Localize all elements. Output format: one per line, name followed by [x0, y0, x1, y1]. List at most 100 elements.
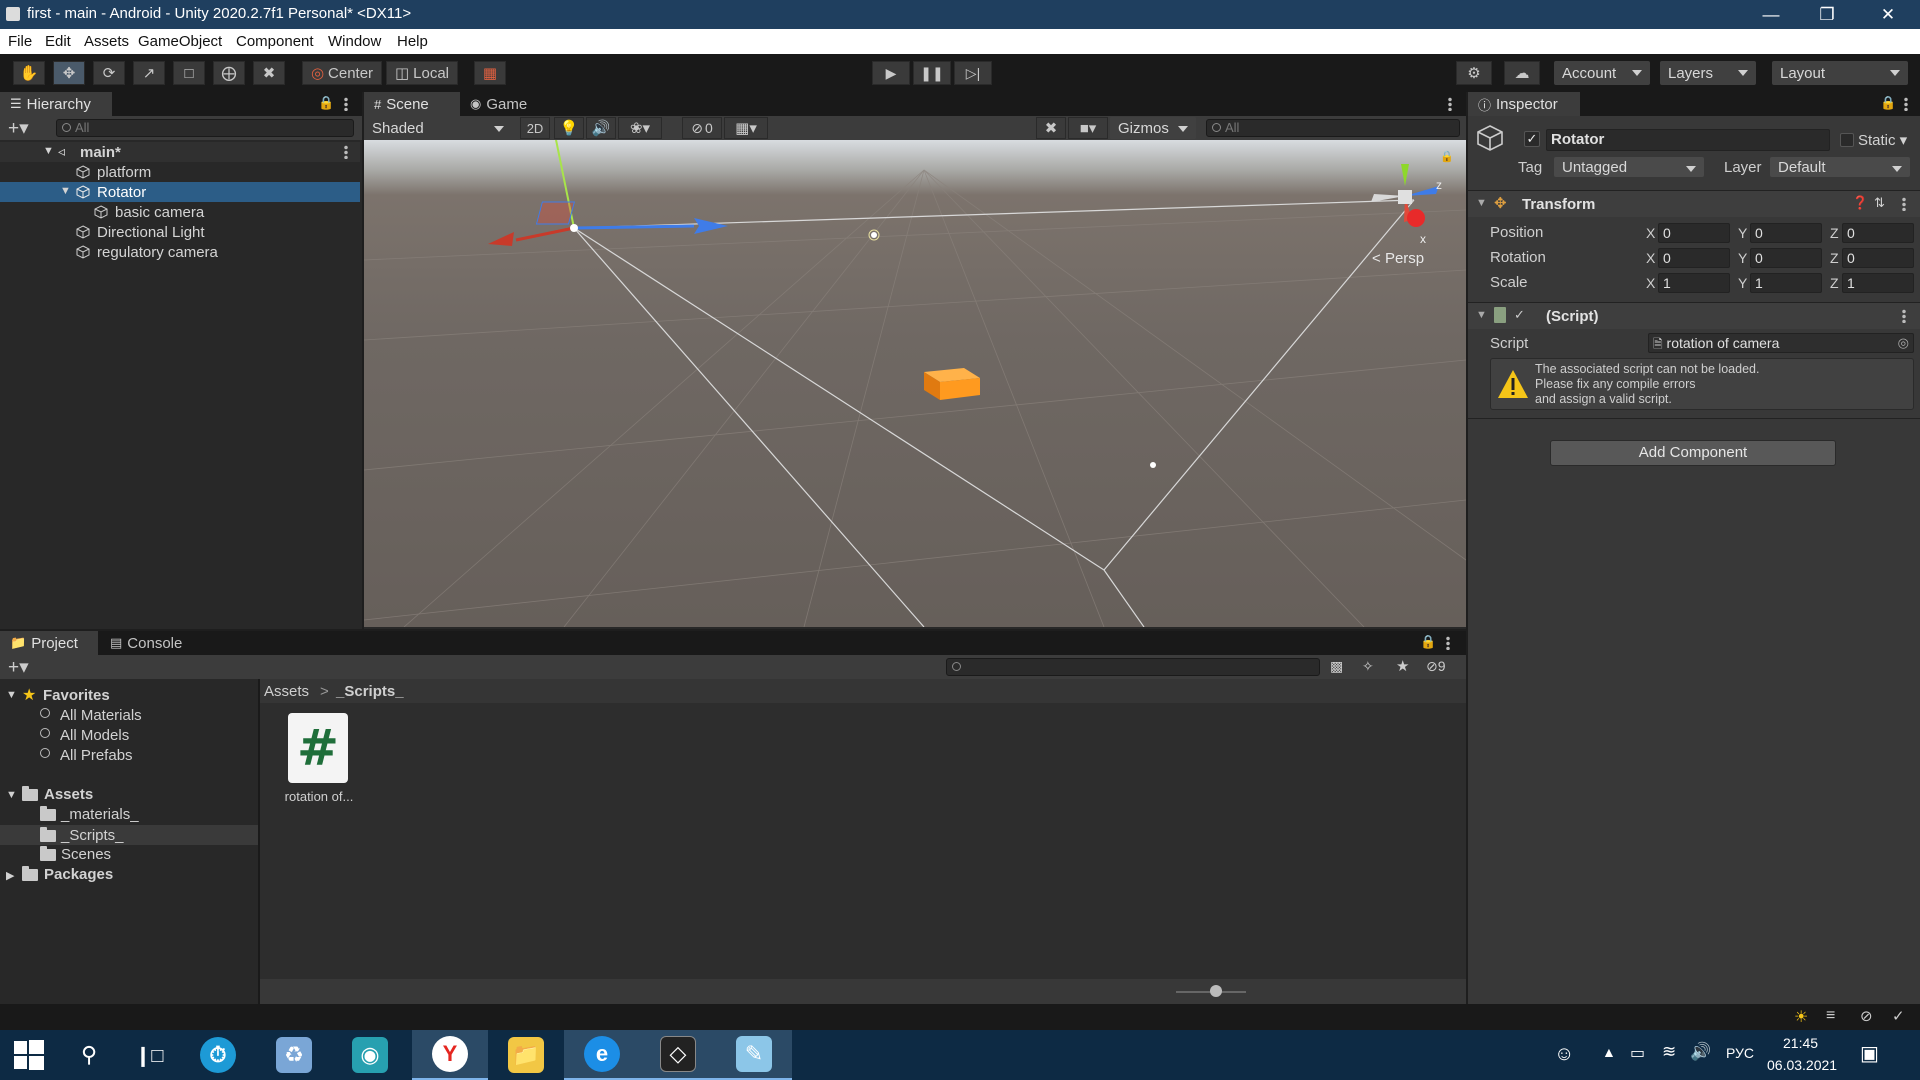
- clock-time[interactable]: 21:45: [1783, 1035, 1818, 1051]
- menu-window[interactable]: Window: [328, 33, 381, 50]
- scene-menu-icon[interactable]: [1448, 97, 1452, 111]
- tab-inspector[interactable]: ⓘ Inspector: [1468, 92, 1580, 116]
- foldout-arrow-icon[interactable]: ▼: [6, 789, 17, 801]
- project-search-input[interactable]: [946, 658, 1320, 676]
- scale-z-field[interactable]: 1: [1842, 273, 1914, 293]
- progress-status-icon[interactable]: ✓: [1892, 1007, 1905, 1025]
- preset-icon[interactable]: ⇅: [1874, 195, 1885, 211]
- move-tool-icon[interactable]: ✥: [53, 61, 85, 85]
- fav-all-models[interactable]: All Models: [60, 727, 129, 744]
- component-menu-icon[interactable]: [1902, 309, 1906, 323]
- assets-label[interactable]: Assets: [44, 786, 93, 803]
- play-button[interactable]: ▶: [872, 61, 910, 85]
- script-header[interactable]: ▼ ✓ (Script): [1468, 303, 1920, 329]
- menu-help[interactable]: Help: [397, 33, 428, 50]
- scene-row[interactable]: ▼ ◃ main*: [0, 142, 360, 162]
- scene-menu-icon[interactable]: [344, 145, 348, 159]
- volume-icon[interactable]: 🔊: [1690, 1042, 1711, 1062]
- lock-icon[interactable]: 🔒: [1880, 95, 1896, 111]
- component-menu-icon[interactable]: [1902, 197, 1906, 211]
- expand-arrow-icon[interactable]: ▼: [43, 145, 54, 157]
- restore-button[interactable]: ❐: [1799, 0, 1855, 29]
- pivot-local-button[interactable]: ◫ Local: [386, 61, 458, 85]
- layers-status-icon[interactable]: ≡: [1826, 1007, 1835, 1025]
- tools-icon[interactable]: ✖: [1036, 117, 1066, 139]
- add-icon[interactable]: +▾: [8, 117, 29, 140]
- script-enabled-checkbox[interactable]: ✓: [1514, 307, 1525, 323]
- asset-item[interactable]: # rotation of...: [272, 713, 362, 813]
- minimize-button[interactable]: —: [1743, 0, 1799, 29]
- notifications-icon[interactable]: ▣: [1860, 1041, 1879, 1066]
- folder-materials[interactable]: _materials_: [61, 806, 139, 823]
- taskbar-app-browser[interactable]: ◉: [332, 1030, 408, 1080]
- task-view-button[interactable]: ❙□: [120, 1030, 178, 1080]
- hierarchy-item-platform[interactable]: platform: [0, 162, 360, 182]
- scene-viewport[interactable]: z x 🔒 < Persp: [364, 140, 1466, 627]
- layer-dropdown[interactable]: Default: [1770, 157, 1910, 177]
- breadcrumb-assets[interactable]: Assets: [264, 683, 309, 700]
- foldout-arrow-icon[interactable]: ▼: [1476, 309, 1487, 321]
- layers-dropdown[interactable]: Layers: [1660, 61, 1756, 85]
- taskbar-app-unity[interactable]: ◇: [640, 1030, 716, 1080]
- language-indicator[interactable]: РУС: [1726, 1045, 1754, 1061]
- tab-game[interactable]: ◉ Game: [460, 92, 540, 116]
- scene-search-input[interactable]: All: [1206, 119, 1460, 137]
- network-status-icon[interactable]: ⊘: [1860, 1007, 1873, 1025]
- menu-edit[interactable]: Edit: [45, 33, 71, 50]
- scale-tool-icon[interactable]: ↗: [133, 61, 165, 85]
- custom-tool-icon[interactable]: ✖: [253, 61, 285, 85]
- close-button[interactable]: ✕: [1860, 0, 1916, 29]
- start-button[interactable]: [0, 1030, 58, 1080]
- hierarchy-item-basic-camera[interactable]: basic camera: [0, 202, 360, 222]
- taskbar-app-yandex[interactable]: Y: [412, 1030, 488, 1080]
- position-y-field[interactable]: 0: [1750, 223, 1822, 243]
- object-name-field[interactable]: Rotator: [1546, 129, 1830, 151]
- hierarchy-search-input[interactable]: All: [56, 119, 354, 137]
- transform-header[interactable]: ▼ ✥ Transform ❓ ⇅: [1468, 191, 1920, 217]
- folder-scenes[interactable]: Scenes: [61, 846, 111, 863]
- shading-dropdown[interactable]: Shaded: [364, 117, 512, 139]
- help-icon[interactable]: ❓: [1852, 195, 1868, 211]
- lock-icon[interactable]: 🔒: [1440, 150, 1454, 163]
- tab-hierarchy[interactable]: ☰ Hierarchy: [0, 92, 112, 116]
- hidden-packages-button[interactable]: ⊘9: [1426, 658, 1446, 675]
- hierarchy-menu-icon[interactable]: [344, 97, 348, 111]
- hand-tool-icon[interactable]: ✋: [13, 61, 45, 85]
- lock-icon[interactable]: 🔒: [318, 95, 334, 111]
- hierarchy-item-rotator[interactable]: ▼ Rotator: [0, 182, 360, 202]
- rotation-y-field[interactable]: 0: [1750, 248, 1822, 268]
- effects-icon[interactable]: ❀▾: [618, 117, 662, 139]
- scale-y-field[interactable]: 1: [1750, 273, 1822, 293]
- search-button[interactable]: ⚲: [60, 1030, 118, 1080]
- battery-icon[interactable]: ▭: [1630, 1043, 1645, 1063]
- layout-dropdown[interactable]: Layout: [1772, 61, 1908, 85]
- rect-tool-icon[interactable]: □: [173, 61, 205, 85]
- expand-arrow-icon[interactable]: ▼: [60, 185, 71, 197]
- foldout-arrow-icon[interactable]: ▶: [6, 869, 14, 882]
- static-checkbox[interactable]: [1840, 133, 1854, 147]
- menu-gameobject[interactable]: GameObject: [138, 33, 222, 50]
- active-checkbox[interactable]: ✓: [1524, 131, 1540, 147]
- gizmos-dropdown[interactable]: Gizmos: [1110, 117, 1196, 139]
- zoom-slider-handle[interactable]: [1210, 985, 1222, 997]
- lighting-status-icon[interactable]: ☀: [1794, 1007, 1808, 1027]
- tab-scene[interactable]: # Scene: [364, 92, 460, 116]
- taskbar-app-notes[interactable]: ✎: [716, 1030, 792, 1080]
- tray-expand-icon[interactable]: ▲: [1602, 1044, 1616, 1060]
- audio-icon[interactable]: 🔊: [586, 117, 616, 139]
- tab-console[interactable]: ▤ Console: [100, 631, 200, 655]
- position-x-field[interactable]: 0: [1658, 223, 1730, 243]
- static-dropdown[interactable]: Static ▾: [1858, 131, 1907, 149]
- filter-label-icon[interactable]: ✧: [1362, 658, 1374, 675]
- folder-scripts-row[interactable]: _Scripts_: [0, 825, 258, 845]
- foldout-arrow-icon[interactable]: ▼: [6, 689, 17, 701]
- clock-date[interactable]: 06.03.2021: [1767, 1057, 1837, 1073]
- scale-x-field[interactable]: 1: [1658, 273, 1730, 293]
- people-icon[interactable]: ☺: [1554, 1043, 1574, 1066]
- lighting-icon[interactable]: 💡: [554, 117, 584, 139]
- rotation-z-field[interactable]: 0: [1842, 248, 1914, 268]
- hierarchy-item-directional-light[interactable]: Directional Light: [0, 222, 360, 242]
- breadcrumb-scripts[interactable]: _Scripts_: [336, 683, 404, 700]
- menu-assets[interactable]: Assets: [84, 33, 129, 50]
- script-field[interactable]: 🗎 rotation of camera ◎: [1648, 333, 1914, 353]
